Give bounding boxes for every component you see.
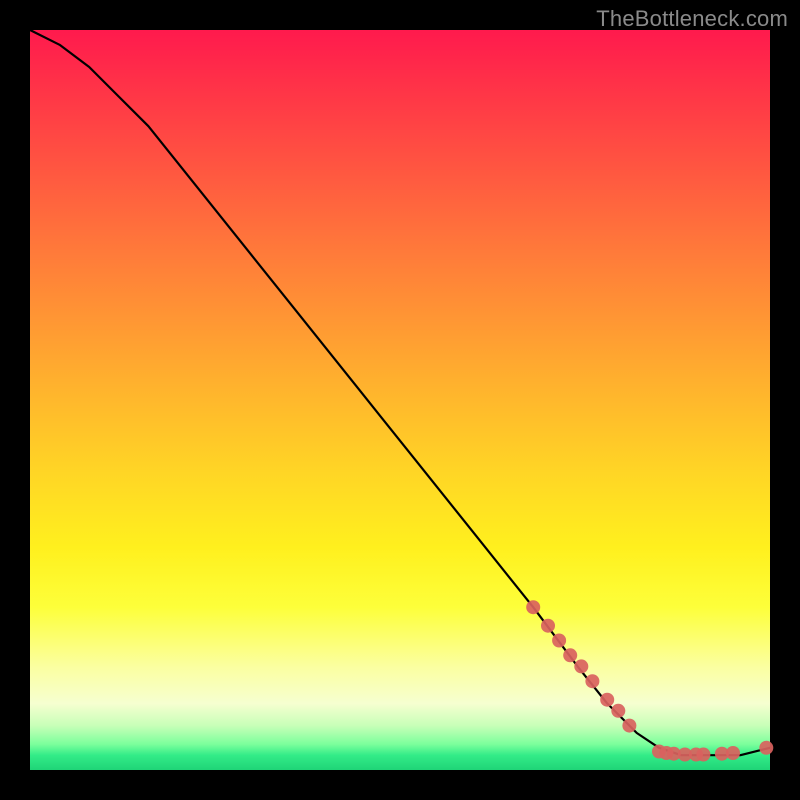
scatter-dot (585, 674, 599, 688)
scatter-dot (541, 619, 555, 633)
scatter-dot (526, 600, 540, 614)
scatter-dot (759, 741, 773, 755)
curve-line (30, 30, 770, 755)
chart-svg (30, 30, 770, 770)
scatter-dot (696, 748, 710, 762)
scatter-dot (552, 634, 566, 648)
scatter-dot (563, 648, 577, 662)
watermark-text: TheBottleneck.com (596, 6, 788, 32)
scatter-dot (726, 746, 740, 760)
scatter-dot (600, 693, 614, 707)
scatter-dot (622, 719, 636, 733)
scatter-dot (611, 704, 625, 718)
plot-area (30, 30, 770, 770)
chart-frame: TheBottleneck.com (0, 0, 800, 800)
scatter-dot (574, 659, 588, 673)
scatter-dots (526, 600, 773, 761)
